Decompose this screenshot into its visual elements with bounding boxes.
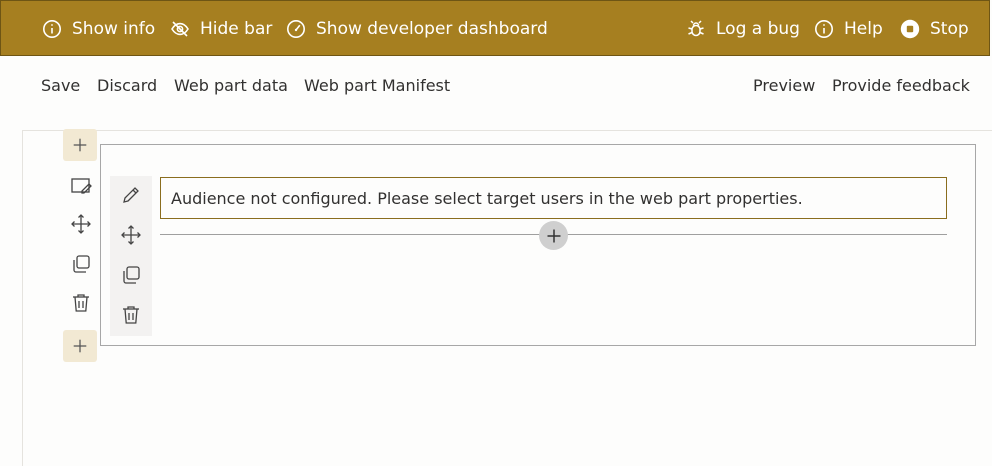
move-section-icon[interactable] [70, 213, 92, 235]
provide-feedback-button[interactable]: Provide feedback [832, 76, 970, 95]
add-section-above-button[interactable] [63, 129, 97, 161]
add-web-part-button[interactable] [539, 221, 568, 250]
hide-bar-label: Hide bar [200, 19, 273, 39]
bug-icon [688, 20, 704, 37]
help-label: Help [844, 19, 883, 39]
hide-bar-button[interactable]: Hide bar [170, 1, 272, 57]
stop-button[interactable]: Stop [900, 1, 969, 57]
stop-icon [900, 19, 920, 39]
info-icon [815, 20, 833, 38]
duplicate-web-part-icon[interactable] [120, 264, 142, 286]
web-part-manifest-button[interactable]: Web part Manifest [304, 76, 450, 95]
show-info-label: Show info [72, 19, 156, 39]
edit-web-part-icon[interactable] [120, 184, 142, 206]
stop-label: Stop [930, 19, 969, 39]
delete-section-icon[interactable] [70, 292, 92, 314]
web-part-data-button[interactable]: Web part data [174, 76, 288, 95]
plus-icon [73, 339, 87, 353]
show-info-button[interactable]: Show info [42, 1, 155, 57]
plus-icon [547, 229, 560, 242]
speedometer-icon [287, 20, 305, 38]
show-developer-dashboard-button[interactable]: Show developer dashboard [286, 1, 548, 57]
show-developer-dashboard-label: Show developer dashboard [316, 19, 548, 39]
add-section-below-button[interactable] [63, 330, 97, 362]
eye-off-icon [171, 21, 189, 37]
plus-icon [73, 138, 87, 152]
discard-button[interactable]: Discard [97, 76, 157, 95]
command-bar: Save Discard Web part data Web part Mani… [0, 57, 992, 114]
save-button[interactable]: Save [41, 76, 80, 95]
canvas-top-border [22, 130, 992, 131]
page-section[interactable] [100, 144, 976, 346]
info-icon [43, 20, 61, 38]
help-button[interactable]: Help [814, 1, 883, 57]
move-web-part-icon[interactable] [120, 224, 142, 246]
edit-section-icon[interactable] [70, 175, 92, 197]
duplicate-section-icon[interactable] [70, 253, 92, 275]
log-a-bug-label: Log a bug [716, 19, 800, 39]
developer-toolbar: Show info Hide bar Show developer dashbo… [0, 0, 990, 56]
canvas-left-border [22, 130, 23, 466]
delete-web-part-icon[interactable] [120, 304, 142, 326]
log-a-bug-button[interactable]: Log a bug [686, 1, 800, 57]
audience-message: Audience not configured. Please select t… [160, 177, 947, 219]
preview-button[interactable]: Preview [753, 76, 815, 95]
